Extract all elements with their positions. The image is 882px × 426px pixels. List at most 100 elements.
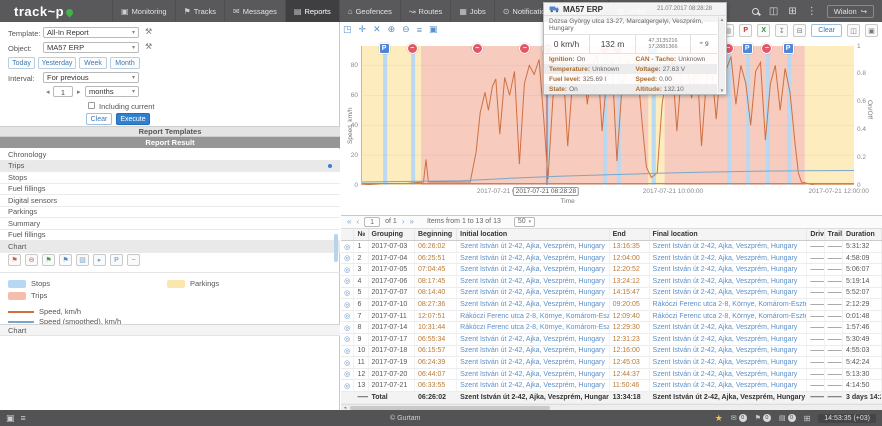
cell[interactable]: Szent István út 2-42, Ajka, Veszprém, Hu… bbox=[649, 264, 807, 276]
export-pdf-icon[interactable]: P bbox=[739, 24, 752, 37]
cell[interactable]: Szent István út 2-42, Ajka, Veszprém, Hu… bbox=[649, 368, 807, 380]
export-doc-icon[interactable]: ↧ bbox=[775, 24, 788, 37]
cell[interactable]: Szent István út 2-42, Ajka, Veszprém, Hu… bbox=[649, 334, 807, 346]
cell[interactable]: Rákóczi Ferenc utca 2-8, Környe, Komárom… bbox=[457, 310, 609, 322]
nav-item-routes[interactable]: ↝Routes bbox=[400, 0, 450, 22]
clear-button[interactable]: Clear bbox=[86, 113, 112, 125]
cell[interactable]: Szent István út 2-42, Ajka, Veszprém, Hu… bbox=[649, 357, 807, 369]
quick-week-button[interactable]: Week bbox=[79, 57, 107, 69]
list-icon[interactable]: ≡ bbox=[21, 413, 26, 424]
column-header-Duration[interactable]: Duration bbox=[843, 229, 882, 241]
cell[interactable]: Szent István út 2-42, Ajka, Veszprém, Hu… bbox=[457, 241, 609, 253]
parking-toggle[interactable]: P bbox=[110, 254, 123, 266]
report-result-item-trips[interactable]: Trips bbox=[0, 161, 340, 173]
close-icon[interactable]: ✕ bbox=[373, 24, 381, 35]
fit-icon[interactable]: ▣ bbox=[429, 24, 438, 35]
parking-marker[interactable]: P bbox=[742, 43, 753, 54]
parking-marker[interactable]: P bbox=[783, 43, 794, 54]
stop-marker[interactable]: − bbox=[472, 43, 483, 54]
quick-yesterday-button[interactable]: Yesterday bbox=[38, 57, 76, 69]
toggle-frame-button[interactable]: ▣ bbox=[865, 24, 878, 37]
cell[interactable]: 06:33:55 bbox=[414, 380, 456, 392]
image-toggle[interactable]: ▧ bbox=[76, 254, 89, 266]
messages-counter[interactable]: ✉0 bbox=[731, 414, 747, 422]
cell[interactable]: 12:45:03 bbox=[609, 357, 649, 369]
cell[interactable]: 09:20:05 bbox=[609, 299, 649, 311]
parking-marker[interactable]: P bbox=[379, 43, 390, 54]
page-size-select[interactable]: 50 ▾ bbox=[514, 217, 535, 227]
template-edit-icon[interactable]: ⚒ bbox=[145, 27, 152, 36]
no-entry-toggle[interactable]: − bbox=[127, 254, 140, 266]
cell[interactable]: 06:26:02 bbox=[414, 241, 456, 253]
locate-icon[interactable]: ◎ bbox=[341, 334, 354, 346]
cell[interactable]: 14:15:47 bbox=[609, 287, 649, 299]
cell[interactable]: Szent István út 2-42, Ajka, Veszprém, Hu… bbox=[457, 357, 609, 369]
flag-green-toggle[interactable]: ⚑ bbox=[42, 254, 55, 266]
scrollbar-thumb[interactable] bbox=[350, 406, 550, 410]
interval-count-input[interactable]: 1 bbox=[53, 86, 73, 97]
first-page-icon[interactable]: « bbox=[347, 217, 351, 226]
cell[interactable]: 12:09:40 bbox=[609, 310, 649, 322]
cell[interactable]: Szent István út 2-42, Ajka, Veszprém, Hu… bbox=[649, 287, 807, 299]
grid-icon[interactable]: ⊞ bbox=[804, 414, 811, 423]
cell[interactable]: Rákóczi Ferenc utca 2-8, Környe, Komárom… bbox=[649, 310, 807, 322]
search-icon[interactable] bbox=[752, 8, 759, 15]
locate-icon[interactable]: ◎ bbox=[341, 252, 354, 264]
events-counter[interactable]: ⚑0 bbox=[755, 414, 771, 422]
table-row[interactable]: ◎112017-07-1906:24:39Szent István út 2-4… bbox=[341, 357, 882, 369]
including-current-checkbox[interactable] bbox=[88, 102, 95, 109]
logout-icon[interactable]: ↪ bbox=[861, 7, 867, 16]
object-select[interactable]: MA57 ERP ▾ bbox=[43, 42, 139, 53]
locate-icon[interactable]: ◎ bbox=[341, 276, 354, 288]
cell[interactable]: 08:17:45 bbox=[414, 276, 456, 288]
table-row[interactable]: ◎72017-07-1112:07:51Rákóczi Ferenc utca … bbox=[341, 310, 882, 322]
report-result-item-chart[interactable]: Chart bbox=[0, 241, 340, 253]
star-icon[interactable]: ★ bbox=[715, 413, 723, 424]
popup-scrollbar[interactable]: ▲ ▼ bbox=[718, 17, 725, 93]
cell[interactable]: 10:31:44 bbox=[414, 322, 456, 334]
export-excel-icon[interactable]: X bbox=[757, 24, 770, 37]
cell[interactable]: 07:04:45 bbox=[414, 264, 456, 276]
quick-month-button[interactable]: Month bbox=[110, 57, 140, 69]
table-row[interactable]: ◎122017-07-2006:44:07Szent István út 2-4… bbox=[341, 368, 882, 380]
report-result-item-digital-sensors[interactable]: Digital sensors bbox=[0, 195, 340, 207]
object-edit-icon[interactable]: ⚒ bbox=[145, 42, 152, 51]
locate-icon[interactable]: ◎ bbox=[341, 322, 354, 334]
stops-toggle[interactable]: ⊖ bbox=[25, 254, 38, 266]
column-header-Driver[interactable]: Driver bbox=[807, 229, 824, 241]
table-row[interactable]: ◎22017-07-0406:25:51Szent István út 2-42… bbox=[341, 252, 882, 264]
cell[interactable]: Szent István út 2-42, Ajka, Veszprém, Hu… bbox=[649, 276, 807, 288]
interval-increase-icon[interactable]: ▸ bbox=[77, 88, 81, 96]
table-row[interactable]: ◎92017-07-1706:55:34Szent István út 2-42… bbox=[341, 334, 882, 346]
table-row[interactable]: ◎82017-07-1410:31:44Rákóczi Ferenc utca … bbox=[341, 322, 882, 334]
chart-section-header[interactable]: Chart bbox=[0, 324, 340, 336]
interval-unit-select[interactable]: months ▾ bbox=[85, 86, 139, 97]
scroll-down-icon[interactable]: ▼ bbox=[720, 88, 724, 93]
cell[interactable]: Szent István út 2-42, Ajka, Veszprém, Hu… bbox=[649, 380, 807, 392]
cell[interactable]: 06:24:39 bbox=[414, 357, 456, 369]
locate-icon[interactable]: ◎ bbox=[341, 357, 354, 369]
sidebar-scrollbar[interactable] bbox=[334, 234, 338, 262]
cell[interactable]: Szent István út 2-42, Ajka, Veszprém, Hu… bbox=[649, 345, 807, 357]
report-result-item-fuel-fillings[interactable]: Fuel fillings bbox=[0, 230, 340, 242]
nav-item-tracks[interactable]: ⚑Tracks bbox=[175, 0, 224, 22]
column-header-End[interactable]: End bbox=[609, 229, 649, 241]
column-header-Beginning[interactable]: Beginning bbox=[414, 229, 456, 241]
locate-icon[interactable]: ◎ bbox=[341, 345, 354, 357]
prev-page-icon[interactable]: ‹ bbox=[356, 217, 359, 226]
locate-icon[interactable]: ◎ bbox=[341, 368, 354, 380]
column-header-Trailer[interactable]: Trailer bbox=[824, 229, 842, 241]
nav-item-monitoring[interactable]: ▣Monitoring bbox=[112, 0, 175, 22]
cell[interactable]: Rákóczi Ferenc utca 2-8, Környe, Komárom… bbox=[457, 322, 609, 334]
locate-icon[interactable]: ◎ bbox=[341, 380, 354, 392]
table-row[interactable]: ◎42017-07-0608:17:45Szent István út 2-42… bbox=[341, 276, 882, 288]
next-page-icon[interactable]: › bbox=[402, 217, 405, 226]
cell[interactable]: 06:44:07 bbox=[414, 368, 456, 380]
cell[interactable]: Szent István út 2-42, Ajka, Veszprém, Hu… bbox=[457, 334, 609, 346]
table-row[interactable]: ◎12017-07-0306:26:02Szent István út 2-42… bbox=[341, 241, 882, 253]
locate-icon[interactable]: ◎ bbox=[341, 299, 354, 311]
cell[interactable]: 12:29:30 bbox=[609, 322, 649, 334]
page-number-input[interactable]: 1 bbox=[364, 217, 380, 227]
cell[interactable]: 06:15:57 bbox=[414, 345, 456, 357]
locate-icon[interactable]: ◎ bbox=[341, 264, 354, 276]
